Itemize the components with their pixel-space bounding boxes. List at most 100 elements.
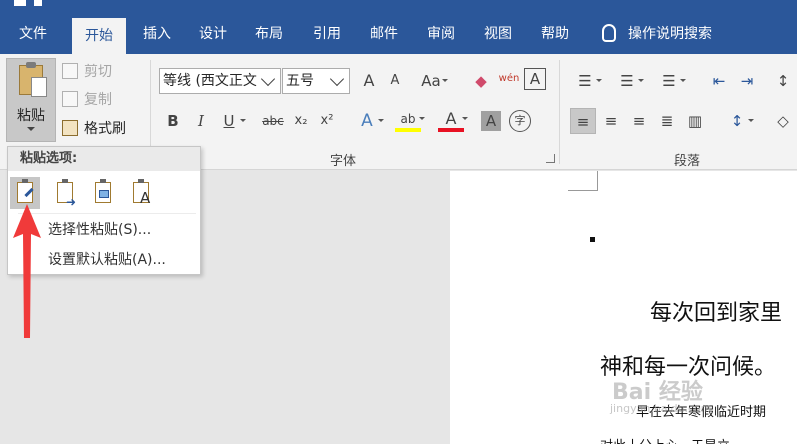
- eraser-icon: ◆: [475, 72, 487, 90]
- set-default-paste-item[interactable]: 设置默认粘贴(A)...: [48, 248, 166, 272]
- red-arrow-annotation: [13, 204, 41, 338]
- justify-button[interactable]: ≣: [654, 108, 680, 134]
- superscript-icon: x²: [320, 113, 334, 128]
- bold-icon: B: [167, 112, 179, 130]
- text-effects-button[interactable]: A: [354, 108, 384, 134]
- highlight-button[interactable]: ab: [395, 106, 425, 132]
- character-shading-button[interactable]: A: [481, 111, 501, 131]
- font-name-combo[interactable]: 等线 (西文正文): [159, 68, 281, 94]
- menu-divider: [18, 213, 196, 214]
- strikethrough-icon: abc: [262, 114, 284, 128]
- grow-font-button[interactable]: A: [356, 68, 382, 94]
- shading-button[interactable]: ◇: [770, 108, 796, 134]
- bullets-button[interactable]: ☰: [572, 68, 602, 94]
- tab-home[interactable]: 开始: [72, 18, 126, 54]
- page-corner-mark: [568, 171, 598, 191]
- font-name-value: 等线 (西文正文): [163, 73, 263, 89]
- subscript-icon: x₂: [294, 113, 308, 128]
- clear-formatting-button[interactable]: ◆: [468, 68, 494, 94]
- strikethrough-button[interactable]: abc: [258, 108, 288, 134]
- underline-button[interactable]: U: [216, 108, 246, 134]
- shrink-font-icon: A: [390, 73, 400, 88]
- picture-icon[interactable]: [88, 177, 118, 209]
- tab-design[interactable]: 设计: [188, 16, 238, 54]
- tab-review[interactable]: 审阅: [416, 16, 466, 54]
- bold-button[interactable]: B: [160, 108, 186, 134]
- copy-label: 复制: [84, 92, 112, 108]
- doc-line: 对此十分上心，于是立...: [600, 435, 742, 444]
- phonetic-guide-button[interactable]: wén: [496, 66, 522, 92]
- character-border-button[interactable]: A: [524, 68, 546, 90]
- font-color-icon: A: [445, 109, 457, 128]
- chevron-down-icon[interactable]: [327, 69, 349, 93]
- title-bar: [0, 0, 797, 16]
- font-size-combo[interactable]: 五号: [282, 68, 350, 94]
- decrease-indent-icon: ⇤: [712, 72, 726, 90]
- bullets-icon: ☰: [578, 72, 592, 90]
- font-color-button[interactable]: A: [438, 106, 468, 132]
- align-left-button[interactable]: ≡: [570, 108, 596, 134]
- tab-file[interactable]: 文件: [8, 16, 58, 54]
- align-center-button[interactable]: ≡: [598, 108, 624, 134]
- enclose-characters-icon: 字: [514, 114, 526, 127]
- superscript-button[interactable]: x²: [314, 108, 340, 134]
- tab-mailings[interactable]: 邮件: [359, 16, 409, 54]
- format-painter-button[interactable]: 格式刷: [62, 118, 126, 140]
- cut-button[interactable]: 剪切: [62, 61, 112, 83]
- subscript-button[interactable]: x₂: [288, 108, 314, 134]
- tab-view[interactable]: 视图: [473, 16, 523, 54]
- increase-indent-icon: ⇥: [740, 72, 754, 90]
- sort-icon: ↕: [776, 72, 790, 90]
- chevron-down-icon[interactable]: [258, 69, 280, 93]
- numbering-button[interactable]: ☰: [614, 68, 644, 94]
- justify-icon: ≣: [660, 112, 674, 130]
- paint-bucket-icon: ◇: [777, 112, 789, 130]
- decrease-indent-button[interactable]: ⇤: [706, 68, 732, 94]
- copy-button[interactable]: 复制: [62, 89, 112, 111]
- increase-indent-button[interactable]: ⇥: [734, 68, 760, 94]
- text-effects-icon: A: [361, 111, 373, 131]
- ribbon-tab-bar: 文件 开始 插入 设计 布局 引用 邮件 审阅 视图 帮助 操作说明搜索: [0, 16, 797, 54]
- align-right-button[interactable]: ≡: [626, 108, 652, 134]
- merge-formatting-icon[interactable]: ➜: [50, 177, 80, 209]
- font-dialog-launcher-icon[interactable]: [546, 154, 555, 163]
- paste-options-header: 粘贴选项:: [8, 147, 200, 171]
- lightbulb-icon: [602, 24, 616, 42]
- tab-layout[interactable]: 布局: [244, 16, 294, 54]
- line-spacing-icon: ↕: [730, 112, 744, 130]
- sort-button[interactable]: ↕: [770, 68, 796, 94]
- multilevel-list-button[interactable]: ☰: [656, 68, 686, 94]
- keep-text-only-icon[interactable]: A: [126, 177, 156, 209]
- quick-access-undo-icon[interactable]: [34, 0, 42, 6]
- quick-access-save-icon[interactable]: [14, 0, 26, 6]
- bullet-mark: [590, 237, 595, 242]
- tab-references[interactable]: 引用: [302, 16, 352, 54]
- distributed-icon: ▥: [687, 112, 703, 130]
- grow-font-icon: A: [363, 71, 375, 90]
- copy-icon: [62, 91, 78, 107]
- paste-special-item[interactable]: 选择性粘贴(S)...: [48, 218, 151, 242]
- shrink-font-button[interactable]: A: [382, 68, 408, 94]
- watermark-url: jingyan.baidu.com: [610, 402, 712, 415]
- font-group-label: 字体: [330, 154, 357, 169]
- paste-dropdown-arrow-icon[interactable]: [27, 127, 35, 131]
- distributed-button[interactable]: ▥: [682, 108, 708, 134]
- enclose-characters-button[interactable]: 字: [509, 110, 531, 132]
- tab-insert[interactable]: 插入: [132, 16, 182, 54]
- scissors-icon: [62, 63, 78, 79]
- tab-help[interactable]: 帮助: [530, 16, 580, 54]
- multilevel-list-icon: ☰: [662, 72, 676, 90]
- change-case-button[interactable]: Aa: [418, 68, 448, 94]
- tell-me-label: 操作说明搜索: [628, 26, 712, 42]
- tell-me-search[interactable]: 操作说明搜索: [602, 16, 712, 54]
- font-size-value: 五号: [286, 73, 314, 89]
- line-spacing-button[interactable]: ↕: [724, 108, 754, 134]
- phonetic-guide-icon: wén: [498, 73, 520, 84]
- italic-button[interactable]: I: [188, 108, 214, 134]
- doc-line: 每次回到家里: [650, 301, 783, 326]
- italic-icon: I: [198, 112, 204, 130]
- group-divider: [559, 60, 560, 164]
- paragraph-group-label: 段落: [674, 154, 701, 169]
- numbering-icon: ☰: [620, 72, 634, 90]
- paste-button[interactable]: 粘贴: [6, 58, 56, 142]
